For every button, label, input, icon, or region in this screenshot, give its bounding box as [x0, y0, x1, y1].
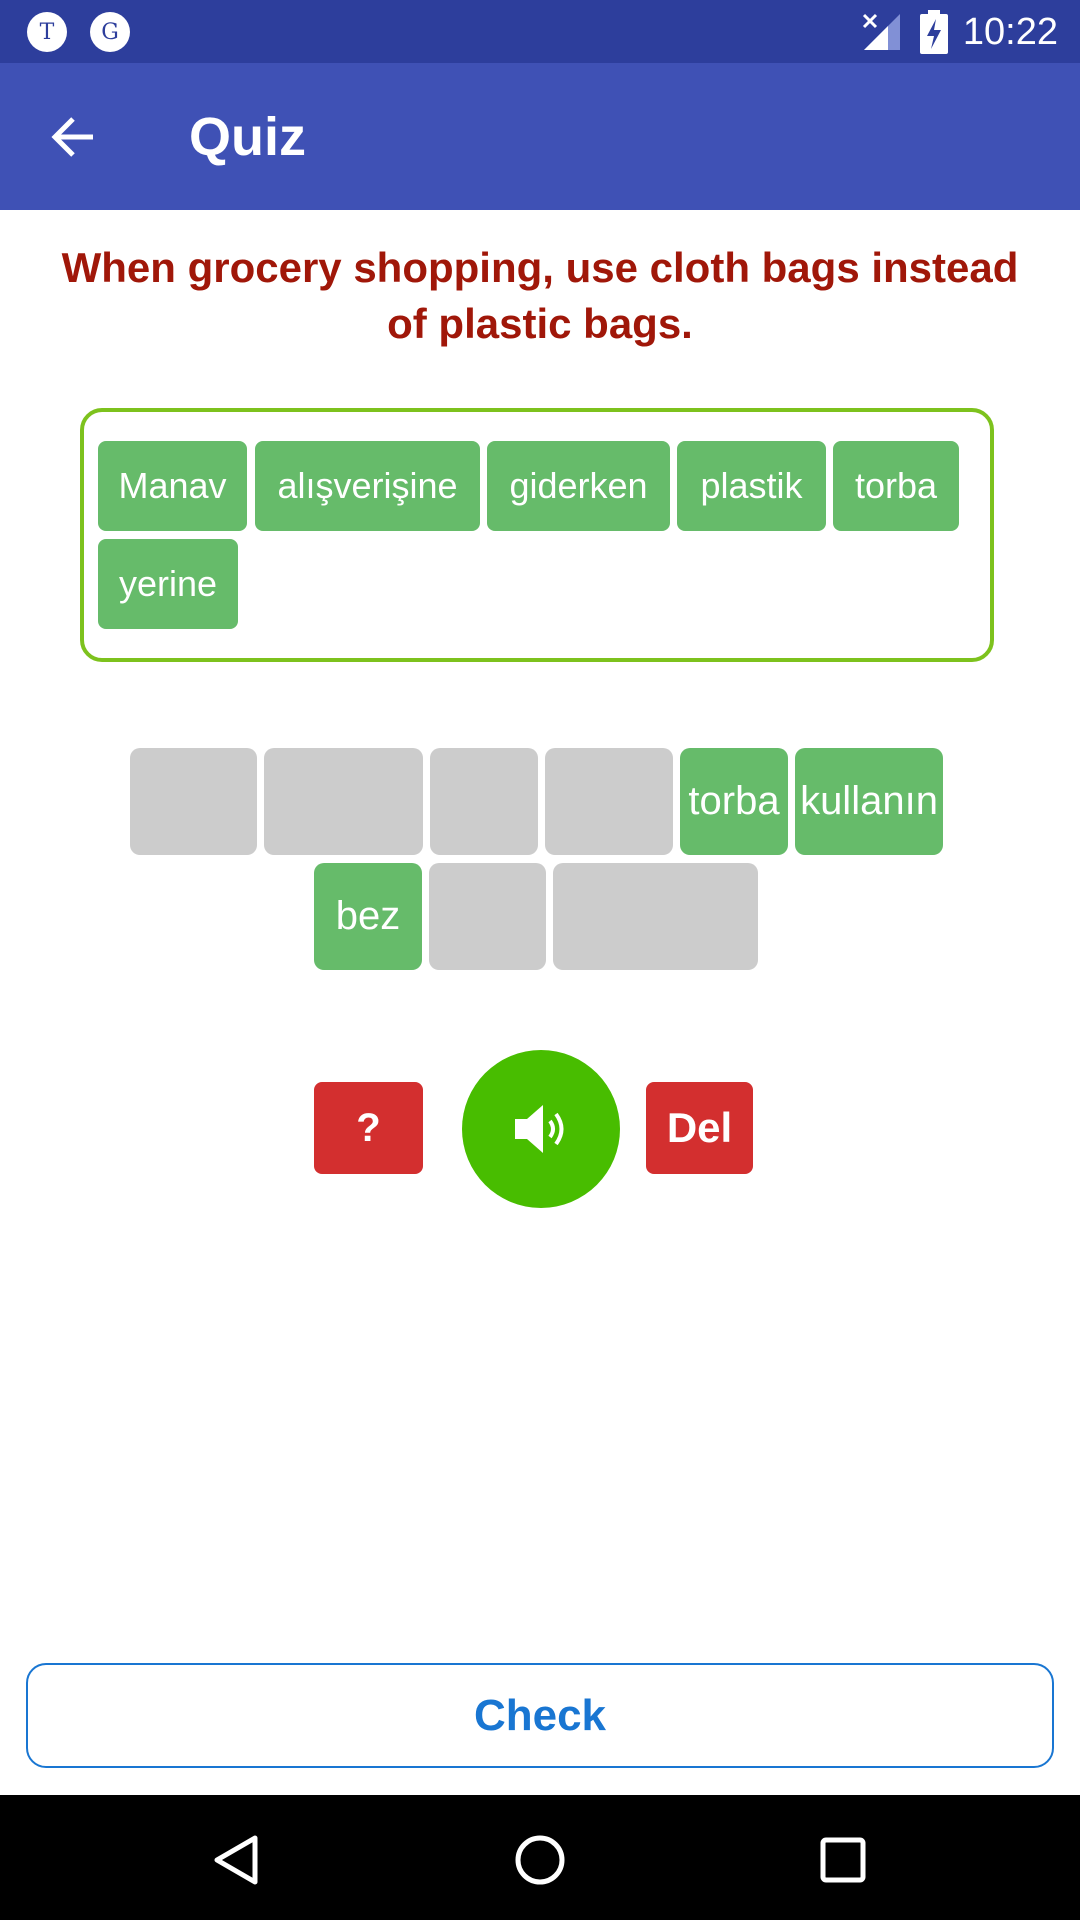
navigation-bar	[0, 1795, 1080, 1920]
word-slot[interactable]	[545, 748, 673, 855]
notification-app-icon: T	[27, 12, 67, 52]
answer-word-chip[interactable]: torba	[833, 441, 959, 531]
square-recents-icon	[820, 1837, 866, 1883]
word-slot[interactable]	[264, 748, 423, 855]
play-audio-button[interactable]	[462, 1050, 620, 1208]
nav-recents-button[interactable]	[808, 1825, 878, 1895]
circle-home-icon	[515, 1835, 565, 1885]
answer-word-chip[interactable]: yerine	[98, 539, 238, 629]
word-slot[interactable]	[130, 748, 257, 855]
word-slot[interactable]: kullanın	[795, 748, 943, 855]
speaker-icon	[515, 1105, 564, 1153]
triangle-back-icon	[214, 1835, 258, 1885]
answer-word-chip[interactable]: alışverişine	[255, 441, 480, 531]
word-slot[interactable]	[553, 863, 758, 970]
status-time: 10:22	[962, 11, 1058, 53]
app-bar: Quiz	[0, 63, 1080, 210]
word-slot[interactable]: bez	[314, 863, 422, 970]
answer-word-chip[interactable]: giderken	[487, 441, 670, 531]
word-slot[interactable]	[429, 863, 546, 970]
notification-app-icon: G	[90, 12, 130, 52]
hint-button[interactable]: ?	[314, 1082, 423, 1174]
arrow-back-icon	[51, 117, 93, 157]
status-bar: T G 10:22	[0, 0, 1080, 63]
nav-home-button[interactable]	[505, 1825, 575, 1895]
nav-back-button[interactable]	[202, 1825, 272, 1895]
back-button[interactable]	[30, 106, 116, 168]
signal-icon	[862, 13, 900, 50]
answer-word-chip[interactable]: plastik	[677, 441, 826, 531]
delete-button[interactable]: Del	[646, 1082, 753, 1174]
prompt-sentence: When grocery shopping, use cloth bags in…	[61, 244, 1019, 347]
battery-charging-icon	[920, 10, 948, 54]
word-slot[interactable]	[430, 748, 538, 855]
word-slot[interactable]: torba	[680, 748, 788, 855]
page-title: Quiz	[189, 107, 306, 167]
check-button[interactable]: Check	[26, 1663, 1054, 1768]
answer-word-chip[interactable]: Manav	[98, 441, 247, 531]
